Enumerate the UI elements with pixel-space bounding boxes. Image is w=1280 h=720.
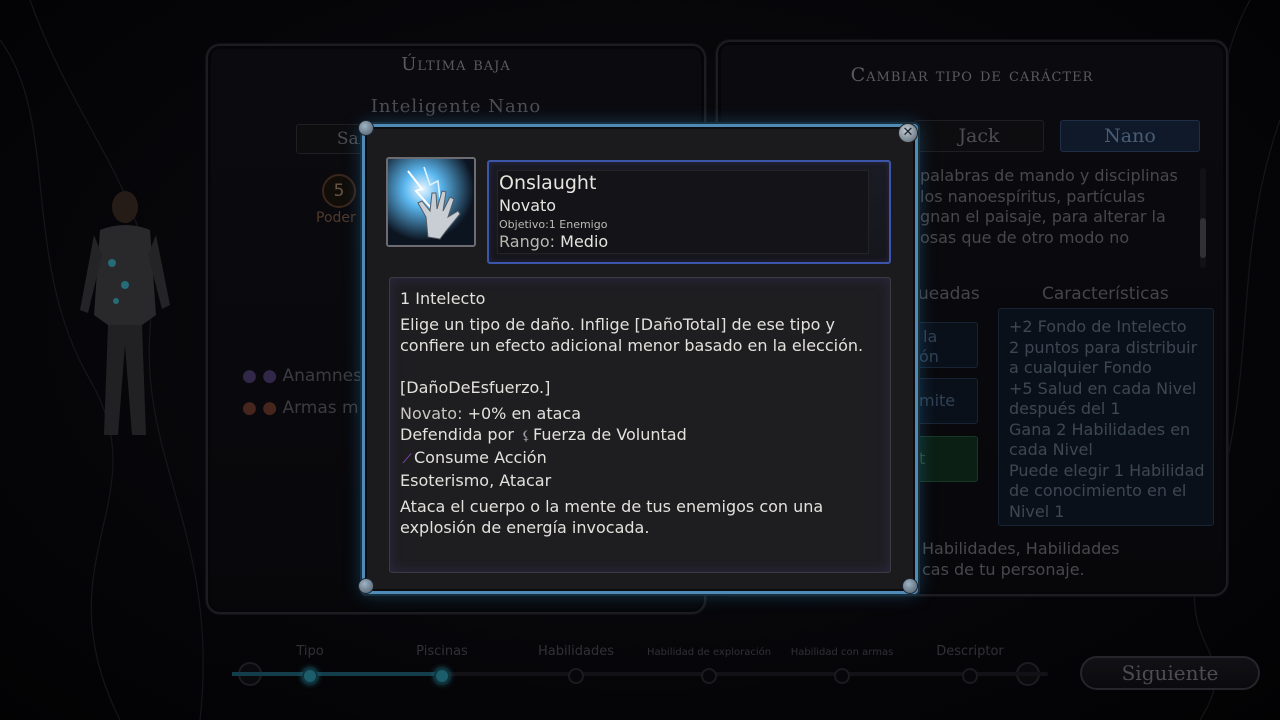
ability-tier: Novato xyxy=(499,196,557,215)
defended-by: Defendida por ⚸ Fuerza de Voluntad xyxy=(400,424,876,447)
ability-target: Objetivo:1 Enemigo xyxy=(499,218,608,231)
ability-range: Rango: Medio xyxy=(499,232,609,251)
ability-name: Onslaught xyxy=(499,172,597,194)
willpower-icon: ⚸ xyxy=(521,429,531,444)
ability-cost: 1 Intelecto xyxy=(400,289,486,308)
close-icon[interactable]: ✕ xyxy=(898,123,918,143)
ability-header: Onslaught Novato Objetivo:1 Enemigo Rang… xyxy=(487,160,891,264)
tier-bonus: Novato: +0% en ataca xyxy=(400,404,582,423)
ability-tags: Esoterismo, Atacar xyxy=(400,471,552,490)
ability-flavor: Ataca el cuerpo o la mente de tus enemig… xyxy=(400,497,824,537)
ability-hand-icon xyxy=(386,157,476,247)
frame-rivet xyxy=(358,120,374,136)
effort-tag: [DañoDeEsfuerzo.] xyxy=(400,378,551,397)
ability-details: 1 Intelecto Elige un tipo de daño. Infli… xyxy=(389,277,891,573)
action-cost: ⟋ Consume Acción xyxy=(400,447,876,470)
frame-rivet xyxy=(358,578,374,594)
ability-description: Elige un tipo de daño. Inflige [DañoTota… xyxy=(400,315,864,355)
action-icon: ⟋ xyxy=(402,452,412,467)
frame-rivet xyxy=(902,578,918,594)
